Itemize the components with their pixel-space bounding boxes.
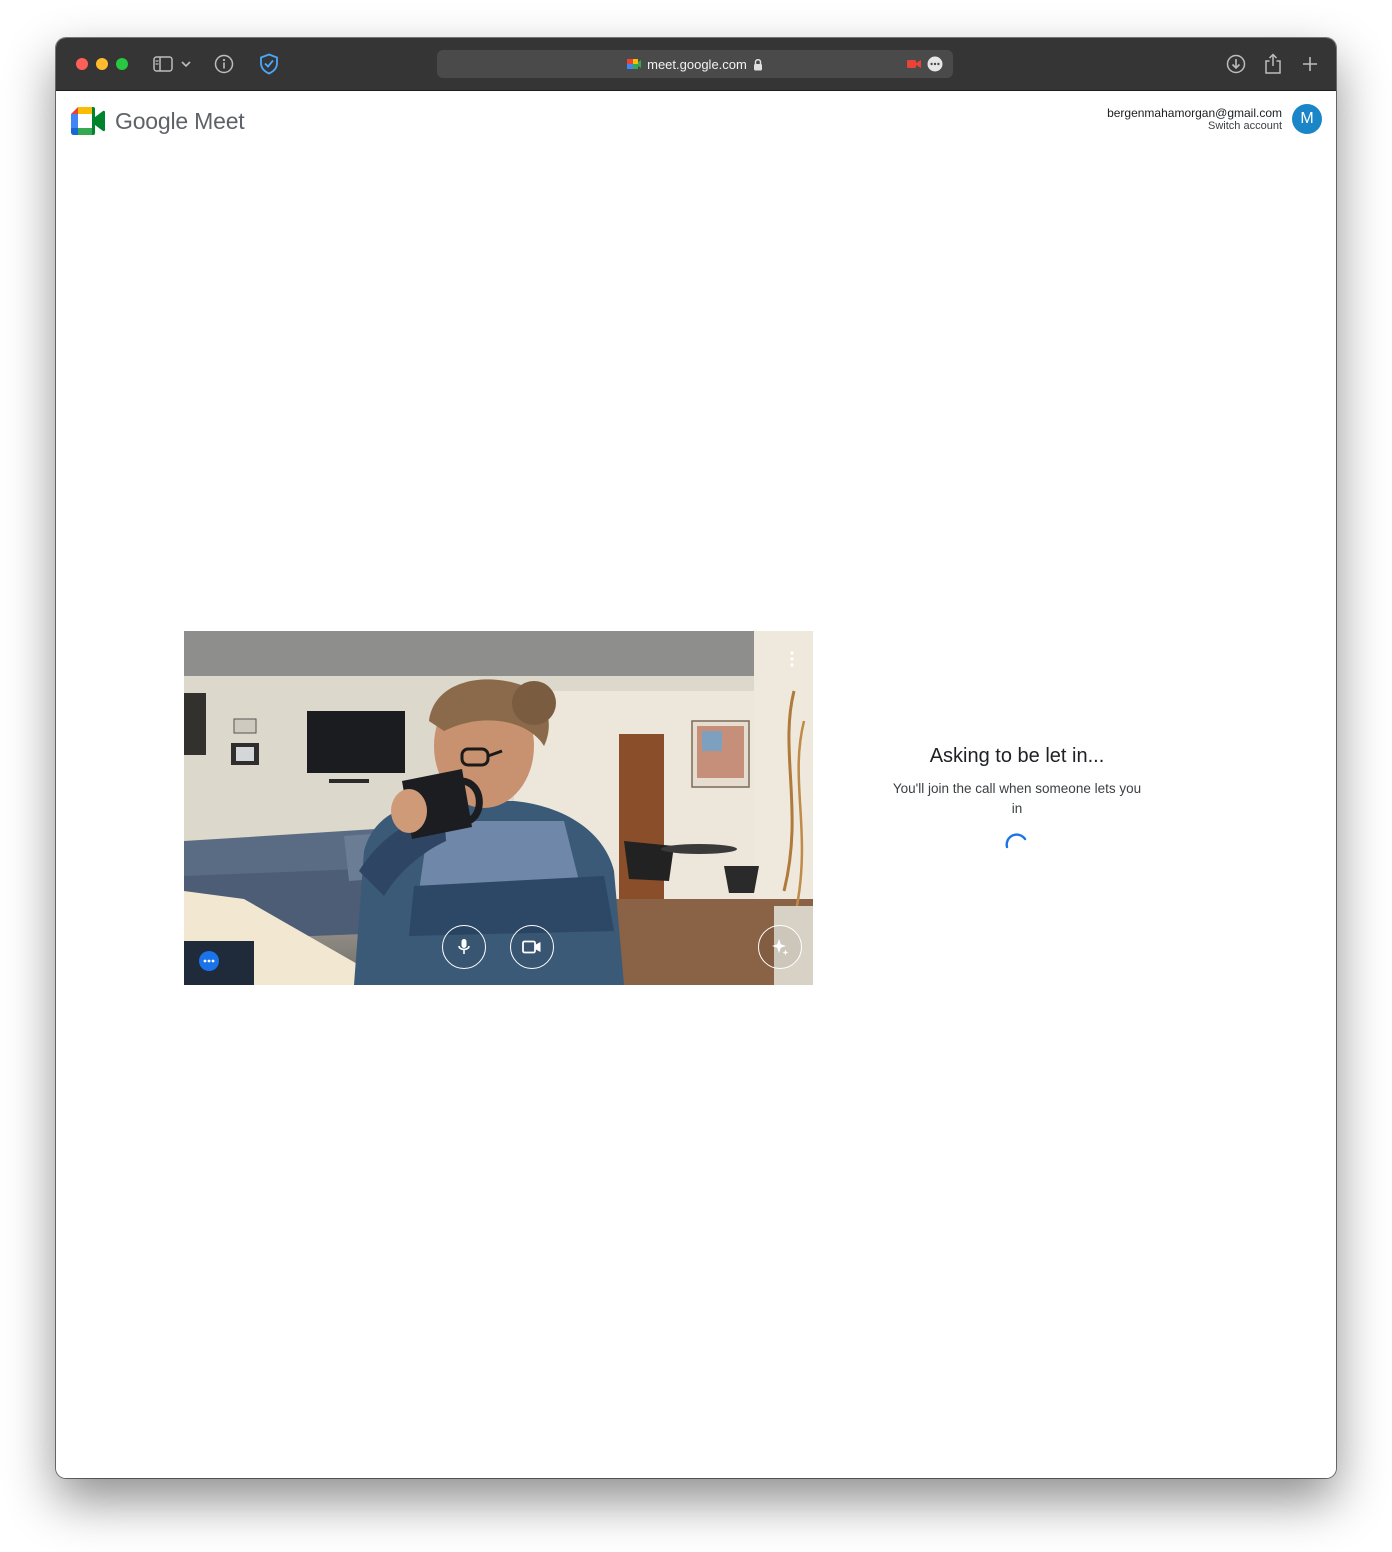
account-email: bergenmahamorgan@gmail.com	[1107, 106, 1282, 120]
more-icon[interactable]	[927, 56, 943, 72]
browser-toolbar: meet.google.com	[56, 38, 1336, 91]
avatar[interactable]: M	[1292, 104, 1322, 134]
site-favicon-icon	[627, 59, 642, 69]
google-meet-logo[interactable]: Google Meet	[71, 107, 245, 135]
microphone-icon	[458, 939, 470, 954]
zoom-window-button[interactable]	[116, 58, 128, 70]
switch-account-link[interactable]: Switch account	[1107, 120, 1282, 133]
status-title: Asking to be let in...	[929, 745, 1105, 767]
close-window-button[interactable]	[76, 58, 88, 70]
join-status-panel: Asking to be let in... You'll join the c…	[892, 743, 1142, 857]
lock-icon	[753, 58, 762, 70]
video-camera-icon	[522, 940, 541, 954]
minimize-window-button[interactable]	[96, 58, 108, 70]
camera-in-use-icon[interactable]	[907, 59, 921, 69]
download-icon[interactable]	[1223, 51, 1249, 77]
chevron-down-icon[interactable]	[178, 51, 194, 77]
camera-toggle-button[interactable]	[510, 925, 554, 969]
microphone-toggle-button[interactable]	[442, 925, 486, 969]
visual-effects-button[interactable]	[758, 925, 802, 969]
address-bar[interactable]: meet.google.com	[437, 50, 953, 78]
share-icon[interactable]	[1260, 51, 1286, 77]
info-icon[interactable]	[211, 51, 237, 77]
brand-name: Google Meet	[115, 107, 245, 134]
shield-icon[interactable]	[256, 51, 282, 77]
account-info[interactable]: bergenmahamorgan@gmail.com Switch accoun…	[1107, 106, 1282, 133]
plus-icon[interactable]	[1297, 51, 1323, 77]
browser-window: meet.google.com Google Meet bergenmahamo…	[56, 38, 1336, 1478]
self-video-preview	[184, 631, 813, 985]
url-text: meet.google.com	[647, 56, 747, 72]
status-message: You'll join the call when someone lets y…	[892, 781, 1142, 816]
more-horizontal-icon[interactable]	[199, 951, 219, 971]
meet-page: Google Meet bergenmahamorgan@gmail.com S…	[56, 91, 1336, 1478]
meet-logo-icon	[71, 107, 105, 135]
sidebar-icon[interactable]	[150, 51, 176, 77]
sparkle-icon	[772, 939, 789, 956]
more-vertical-icon[interactable]	[789, 651, 795, 667]
camera-feed-image	[184, 631, 813, 985]
loading-spinner-icon	[1005, 833, 1027, 849]
